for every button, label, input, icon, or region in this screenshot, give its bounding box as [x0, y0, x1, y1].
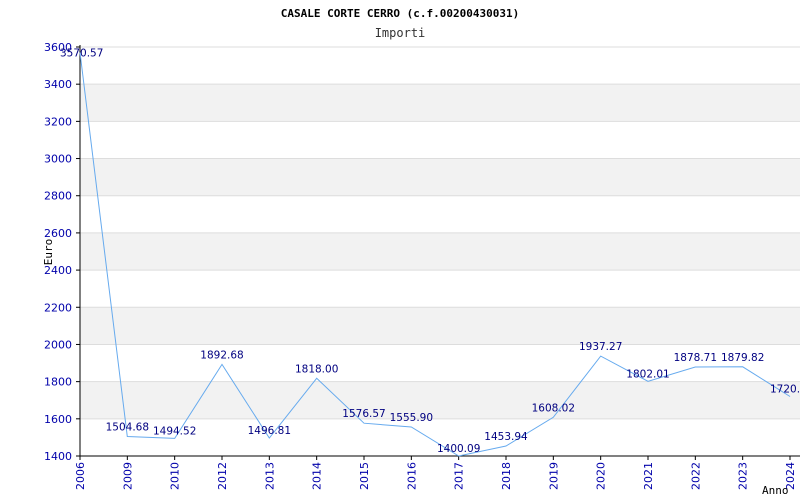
y-tick-label: 2200	[44, 301, 72, 314]
x-tick-label: 2010	[169, 462, 182, 490]
data-label: 1555.90	[390, 412, 433, 424]
data-label: 1802.01	[626, 368, 669, 380]
plot-band	[80, 158, 800, 196]
data-label: 1937.27	[579, 341, 622, 353]
line-chart: 1400160018002000220024002600280030003200…	[42, 7, 800, 497]
y-tick-label: 1800	[44, 376, 72, 389]
chart-subtitle: Importi	[375, 26, 426, 40]
data-label: 1504.68	[106, 422, 149, 434]
plot-band	[80, 84, 800, 122]
x-tick-label: 2022	[689, 462, 702, 490]
y-axis-label: Euro	[42, 239, 55, 266]
x-tick-label: 2013	[263, 462, 276, 490]
x-tick-label: 2006	[74, 462, 87, 490]
plot-band	[80, 232, 800, 271]
x-tick-label: 2018	[500, 462, 513, 490]
y-tick-label: 3400	[44, 78, 72, 91]
data-label: 1576.57	[342, 408, 385, 420]
chart-container: 1400 1600 1800 2000 2200 2400 2600 2800 3000 3200…	[0, 0, 800, 500]
data-label: 3570.57	[60, 47, 103, 59]
x-tick-label: 2016	[405, 462, 418, 490]
data-label: 1453.94	[484, 431, 528, 443]
data-label: 1720.0	[770, 384, 800, 396]
data-label: 1400.09	[437, 443, 480, 455]
data-label: 1879.82	[721, 352, 764, 364]
data-label: 1892.68	[200, 349, 243, 361]
x-tick-label: 2015	[358, 462, 371, 490]
x-tick-label: 2020	[595, 462, 608, 490]
y-tick-label: 1400	[44, 450, 72, 463]
x-tick-label: 2009	[121, 462, 134, 490]
plot-band	[80, 307, 800, 345]
data-label: 1878.71	[674, 352, 717, 364]
x-tick-label: 2012	[216, 462, 229, 490]
y-tick-label: 2800	[44, 190, 72, 203]
x-tick-label: 2021	[642, 462, 655, 490]
data-label: 1818.00	[295, 363, 338, 375]
x-tick-label: 2019	[547, 462, 560, 490]
x-tick-label: 2017	[453, 462, 466, 490]
data-label: 1496.81	[248, 425, 291, 437]
x-axis-ticks: 2006 2009 2010 2012 2013 2014 2015 2016 2017 2018…	[74, 456, 797, 490]
x-tick-label: 2014	[311, 462, 324, 490]
y-tick-label: 2600	[44, 227, 72, 240]
y-tick-label: 2000	[44, 338, 72, 351]
data-label: 1608.02	[532, 402, 575, 414]
chart-title: CASALE CORTE CERRO (c.f.00200430031)	[281, 7, 519, 20]
plot-bands	[80, 84, 800, 419]
y-tick-label: 3200	[44, 115, 72, 128]
x-tick-label: 2023	[737, 462, 750, 490]
data-label: 1494.52	[153, 425, 196, 437]
y-tick-label: 1600	[44, 413, 72, 426]
plot-band	[80, 381, 800, 419]
x-axis-label: Anno	[762, 484, 789, 497]
y-tick-label: 3000	[44, 153, 72, 166]
